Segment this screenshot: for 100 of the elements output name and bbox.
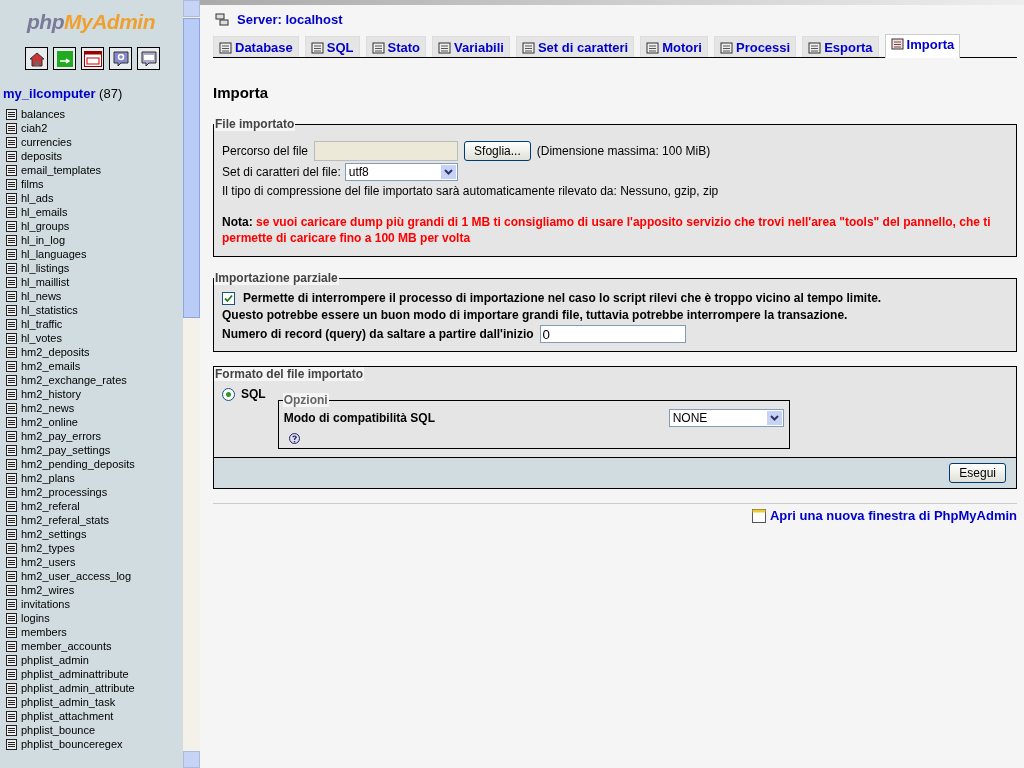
tab[interactable]: Stato [365, 36, 427, 57]
table-link[interactable]: ciah2 [21, 122, 48, 134]
table-icon [6, 318, 17, 330]
table-link[interactable]: member_accounts [21, 640, 112, 652]
tab[interactable]: Variabili [432, 36, 510, 57]
table-link[interactable]: invitations [21, 598, 70, 610]
table-link[interactable]: hm2_news [21, 402, 75, 414]
table-icon [6, 304, 17, 316]
table-link[interactable]: hl_emails [21, 206, 68, 218]
table-icon [6, 486, 17, 498]
checkbox[interactable] [222, 291, 235, 305]
help-icon[interactable] [288, 433, 300, 444]
checkbox-label: Permette di interrompere il processo di importazione nel caso lo script rilevi che è troppo vicino al tempo limite. [243, 291, 882, 305]
query-window-button[interactable] [81, 47, 104, 70]
table-icon [6, 150, 17, 162]
table-link[interactable]: currencies [21, 136, 72, 148]
table-link[interactable]: members [21, 626, 67, 638]
radio-button[interactable] [222, 387, 235, 401]
table-icon [6, 276, 17, 288]
field-label: Set di caratteri del file: [222, 165, 341, 179]
table-link[interactable]: logins [21, 612, 50, 624]
tab[interactable]: Motori [640, 36, 708, 57]
table-link[interactable]: hl_ads [21, 192, 54, 204]
table-link[interactable]: hm2_plans [21, 472, 75, 484]
max-size-text: (Dimensione massima: 100 MiB) [536, 144, 711, 158]
tab[interactable]: Set di caratteri [515, 36, 635, 57]
radio-label: SQL [241, 387, 266, 401]
table-link[interactable]: hm2_user_access_log [21, 570, 132, 582]
sql-docs-button[interactable] [137, 47, 160, 70]
table-link[interactable]: deposits [21, 150, 62, 162]
table-icon [6, 164, 17, 176]
table-link[interactable]: hl_statistics [21, 304, 78, 316]
browse-button[interactable]: Sfoglia... [464, 141, 531, 161]
table-link[interactable]: phplist_admin [21, 654, 89, 666]
table-link[interactable]: phplist_bounceregex [21, 738, 123, 750]
table-link[interactable]: phplist_adminattribute [21, 668, 129, 680]
table-icon [6, 108, 17, 120]
database-link[interactable]: my_ilcomputer [3, 86, 96, 101]
field-label: Modo di compatibilità SQL [283, 411, 435, 425]
table-link[interactable]: hl_votes [21, 332, 62, 344]
table-link[interactable]: balances [21, 108, 66, 120]
table-link[interactable]: phplist_bounce [21, 724, 95, 736]
panel-legend: Importazione parziale [214, 271, 339, 285]
table-link[interactable]: hm2_users [21, 556, 76, 568]
table-link[interactable]: hm2_pay_settings [21, 444, 111, 456]
table-icon [6, 570, 17, 582]
table-icon [6, 430, 17, 442]
table-link[interactable]: hl_languages [21, 248, 87, 260]
table-link[interactable]: hm2_history [21, 388, 81, 400]
table-link[interactable]: email_templates [21, 164, 102, 176]
home-button[interactable] [25, 47, 48, 70]
tab[interactable]: Database [213, 36, 299, 57]
note-text: Nota: se vuoi caricare dump più grandi di 1 MB ti consigliamo di usare l'apposito servizio che trovi nell'area "tools" del pannello, che ti permette di caricare fino a 100 MB per volta [222, 214, 992, 246]
table-link[interactable]: hm2_referal_stats [21, 514, 110, 526]
table-icon [6, 542, 17, 554]
table-link[interactable]: hl_in_log [21, 234, 66, 246]
table-icon [6, 514, 17, 526]
table-link[interactable]: hm2_online [21, 416, 78, 428]
table-link[interactable]: hm2_pending_deposits [21, 458, 135, 470]
table-link[interactable]: hm2_pay_errors [21, 430, 102, 442]
skip-count-field[interactable]: 0 [539, 325, 686, 343]
table-link[interactable]: phplist_attachment [21, 710, 114, 722]
table-link[interactable]: hl_maillist [21, 276, 70, 288]
help-button[interactable] [109, 47, 132, 70]
table-link[interactable]: films [21, 178, 44, 190]
tab[interactable]: Esporta [802, 36, 879, 57]
table-icon [6, 612, 17, 624]
scrollbar[interactable] [183, 0, 200, 768]
table-link[interactable]: hm2_wires [21, 584, 75, 596]
table-icon [6, 220, 17, 232]
charset-select[interactable]: utf8 [344, 163, 458, 181]
compatibility-select[interactable]: NONE [668, 409, 784, 427]
table-link[interactable]: hm2_types [21, 542, 75, 554]
table-icon [6, 640, 17, 652]
table-link[interactable]: hm2_settings [21, 528, 87, 540]
table-link[interactable]: hm2_emails [21, 360, 81, 372]
submit-button[interactable]: Esegui [949, 463, 1006, 483]
server-link[interactable]: Server: localhost [237, 12, 343, 27]
table-link[interactable]: hl_groups [21, 220, 70, 232]
file-path-field[interactable] [314, 141, 459, 161]
table-link[interactable]: hm2_exchange_rates [21, 374, 127, 386]
table-icon [6, 248, 17, 260]
table-link[interactable]: hl_traffic [21, 318, 63, 330]
table-link[interactable]: phplist_admin_task [21, 696, 116, 708]
table-link[interactable]: hl_news [21, 290, 62, 302]
exit-button[interactable] [53, 47, 76, 70]
new-window-link[interactable]: Apri una nuova finestra di PhpMyAdmin [769, 508, 1017, 523]
table-link[interactable]: phplist_admin_attribute [21, 682, 135, 694]
table-icon [6, 458, 17, 470]
tab[interactable]: SQL [304, 36, 360, 57]
table-link[interactable]: hl_listings [21, 262, 70, 274]
table-link[interactable]: hm2_referal [21, 500, 80, 512]
table-link[interactable]: hm2_deposits [21, 346, 90, 358]
tab[interactable]: Processi [713, 36, 797, 57]
tab[interactable]: Importa [884, 34, 961, 58]
table-icon [6, 556, 17, 568]
table-link[interactable]: hm2_processings [21, 486, 108, 498]
table-icon [6, 598, 17, 610]
panel-legend: Opzioni [282, 393, 329, 407]
table-icon [6, 682, 17, 694]
